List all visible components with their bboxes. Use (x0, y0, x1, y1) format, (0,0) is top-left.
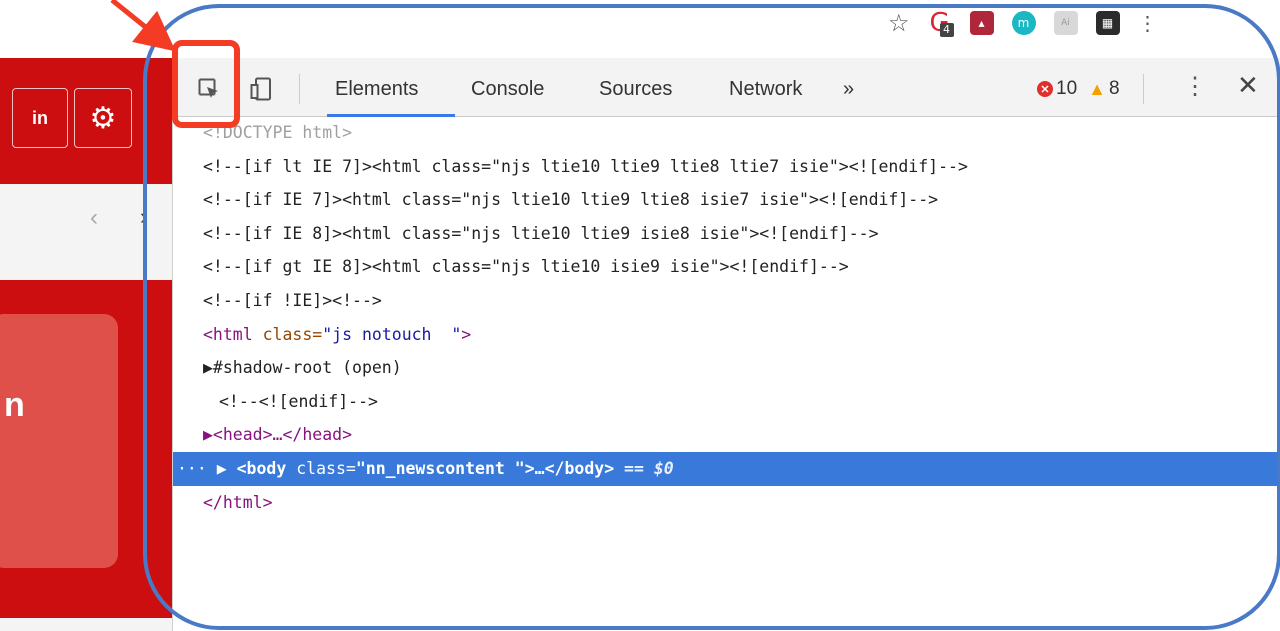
warning-icon: ▲ (1088, 78, 1106, 99)
tree-node[interactable]: <!--<![endif]--> (173, 385, 1280, 419)
extension-badge: 4 (939, 23, 954, 37)
devtools-close-button[interactable]: ✕ (1237, 70, 1259, 101)
attr-name: class= (252, 324, 323, 344)
tree-node[interactable]: <!--[if !IE]><!--> (173, 284, 1280, 318)
error-icon: ✕ (1037, 81, 1053, 97)
tree-node[interactable]: <!DOCTYPE html> (173, 116, 1280, 150)
extension-icon-2[interactable]: ▴ (969, 11, 994, 35)
gear-icon: ⚙ (89, 101, 117, 135)
extension-icon-3[interactable]: m (1011, 11, 1036, 35)
tab-sources[interactable]: Sources (599, 74, 672, 118)
tree-node[interactable]: <!--[if IE 8]><html class="njs ltie10 lt… (173, 217, 1280, 251)
signin-button[interactable]: in (12, 88, 68, 148)
tag-name: </html> (203, 492, 273, 512)
error-warning-counter[interactable]: ✕ 10 ▲ 8 (1037, 78, 1120, 100)
attr-value: "js notouch " (322, 324, 462, 344)
expand-arrow: ··· ▶ (177, 458, 237, 478)
inspect-element-button[interactable] (195, 74, 223, 104)
inspect-cursor-icon (198, 78, 218, 98)
extension-icon-5[interactable]: ▦ (1095, 11, 1120, 35)
attr-name: class= (286, 458, 356, 478)
tag-end: > (461, 324, 472, 344)
comment-node: <!--[if IE 8]><html class="njs ltie10 lt… (203, 223, 879, 243)
html-close-node[interactable]: </html> (173, 486, 1280, 520)
extension-icon-1[interactable]: G4 (928, 10, 954, 37)
tree-node[interactable]: <!--[if gt IE 8]><html class="njs ltie10… (173, 250, 1280, 284)
tab-console[interactable]: Console (471, 74, 544, 118)
web-page: in ⚙ ‹ › n (0, 58, 172, 631)
shadow-root-node[interactable]: ▶#shadow-root (open) (173, 351, 1280, 385)
toolbar-divider (299, 74, 300, 104)
devtools-toolbar: Elements Console Sources Network » ✕ 10 … (173, 58, 1280, 117)
extension-icon-4[interactable]: Ai (1053, 11, 1078, 35)
doctype-node: <!DOCTYPE html> (203, 123, 353, 142)
device-toolbar-button[interactable] (249, 74, 275, 104)
selected-marker: == $0 (614, 458, 674, 478)
more-tabs-button[interactable]: » (843, 74, 854, 118)
error-count: 10 (1056, 78, 1078, 99)
comment-node: <!--[if !IE]><!--> (203, 290, 382, 310)
tab-network[interactable]: Network (729, 74, 802, 118)
head-node[interactable]: ▶<head>…</head> (173, 418, 1280, 452)
attr-value: "nn_newscontent " (355, 458, 525, 478)
comment-node: <!--[if lt IE 7]><html class="njs ltie10… (203, 156, 968, 176)
comment-node: <!--[if IE 7]><html class="njs ltie10 lt… (203, 190, 939, 210)
tag-name: <html (203, 324, 253, 344)
chevron-left-icon[interactable]: ‹ (90, 204, 98, 232)
tree-node[interactable]: <!--[if lt IE 7]><html class="njs ltie10… (173, 150, 1280, 184)
settings-button[interactable]: ⚙ (74, 88, 132, 148)
elements-tree: <!DOCTYPE html> <!--[if lt IE 7]><html c… (173, 116, 1280, 519)
tree-node[interactable]: <!--[if IE 7]><html class="njs ltie10 lt… (173, 183, 1280, 217)
head-tag: ▶<head>…</head> (203, 425, 353, 445)
devtools-panel: Elements Console Sources Network » ✕ 10 … (172, 58, 1280, 631)
page-footer (0, 618, 172, 631)
devtools-menu-button[interactable]: ⋮ (1183, 72, 1207, 101)
browser-toolbar: ☆ G4 ▴ m Ai ▦ ⋮ (0, 0, 1280, 58)
comment-node: <!--[if gt IE 8]><html class="njs ltie10… (203, 257, 849, 277)
browser-menu-icon[interactable]: ⋮ (1138, 11, 1158, 36)
html-open-node[interactable]: <html class="js notouch "> (173, 318, 1280, 352)
tag-name: <body (236, 458, 287, 478)
toolbar-icons: ☆ G4 ▴ m Ai ▦ ⋮ (888, 6, 1158, 40)
page-header: in ⚙ (0, 58, 172, 184)
comment-node: <!--<![endif]--> (219, 391, 378, 411)
tab-elements[interactable]: Elements (335, 74, 418, 118)
card-text: n (4, 386, 25, 424)
device-icon (250, 77, 271, 101)
body-node-selected[interactable]: ··· ▶ <body class="nn_newscontent ">…</b… (173, 451, 1280, 486)
chevron-right-icon[interactable]: › (140, 204, 147, 230)
content-panel: n (0, 280, 172, 618)
bookmark-star-icon[interactable]: ☆ (888, 9, 910, 37)
toolbar-divider (1143, 74, 1144, 104)
tag-end: >…</body> (524, 458, 615, 478)
page-nav-bar: ‹ › (0, 184, 172, 281)
content-card[interactable]: n (0, 314, 118, 568)
shadow-root-label: ▶#shadow-root (open) (203, 358, 402, 378)
warning-count: 8 (1108, 78, 1120, 99)
